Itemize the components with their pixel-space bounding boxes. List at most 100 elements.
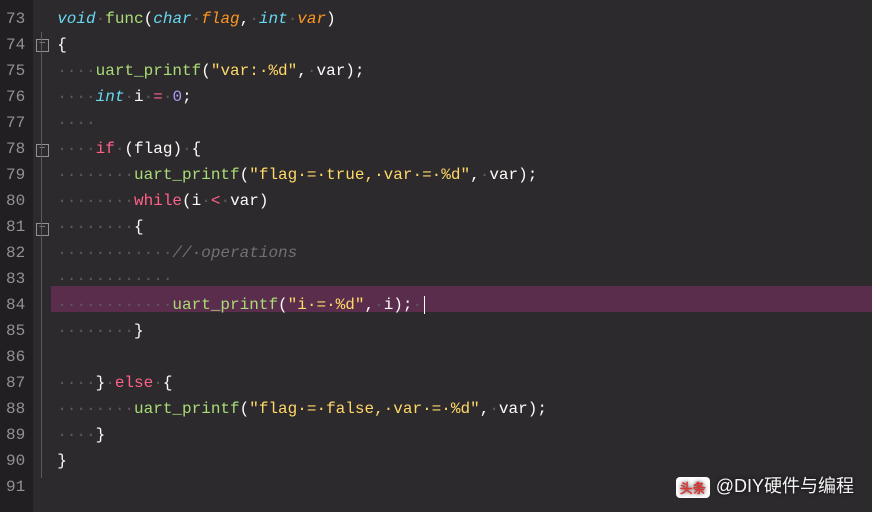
token-str: "var:·%d": [211, 62, 297, 80]
token-punct: (: [240, 400, 250, 418]
token-punct: ): [528, 400, 538, 418]
token-punct: ): [518, 166, 528, 184]
token-ws: ·: [413, 296, 423, 314]
watermark-text: @DIY硬件与编程: [716, 476, 854, 496]
token-kw-red: while: [134, 192, 182, 210]
token-ws: ····: [57, 374, 95, 392]
token-punct: ,: [364, 296, 374, 314]
token-op: =: [153, 88, 163, 106]
token-fn: uart_printf: [134, 166, 240, 184]
token-ws: ·: [374, 296, 384, 314]
token-ws: ····: [57, 62, 95, 80]
line-number: 89: [6, 422, 25, 448]
token-ws: ·: [192, 10, 202, 28]
line-number: 86: [6, 344, 25, 370]
code-line[interactable]: ········{: [57, 214, 872, 240]
fold-spacer: [33, 59, 51, 85]
token-fn: uart_printf: [172, 296, 278, 314]
fold-toggle-icon[interactable]: −: [36, 144, 49, 157]
fold-spacer: [33, 347, 51, 373]
token-punct: ,: [470, 166, 480, 184]
token-ws: ·: [115, 140, 125, 158]
token-punct: }: [57, 452, 67, 470]
fold-spacer: [33, 164, 51, 190]
line-number-gutter: 73747576777879808182838485868788899091: [0, 0, 33, 512]
token-ws: ·: [249, 10, 259, 28]
token-ident: i: [134, 88, 144, 106]
token-punct: (: [240, 166, 250, 184]
token-ws: ····: [57, 140, 95, 158]
token-ws: ····: [57, 114, 95, 132]
line-number: 77: [6, 110, 25, 136]
fold-toggle-icon[interactable]: −: [36, 223, 49, 236]
line-number: 74: [6, 32, 25, 58]
token-ws: ·: [182, 140, 192, 158]
token-ws: ·: [105, 374, 115, 392]
line-number: 90: [6, 448, 25, 474]
token-ws: ·: [153, 374, 163, 392]
fold-spacer: [33, 6, 51, 32]
line-number: 85: [6, 318, 25, 344]
code-area[interactable]: void·func(char·flag,·int·var){····uart_p…: [51, 0, 872, 512]
code-line[interactable]: }: [57, 448, 872, 474]
token-punct: (: [182, 192, 192, 210]
line-number: 75: [6, 58, 25, 84]
token-ident: var: [499, 400, 528, 418]
token-ws: ····: [57, 426, 95, 444]
fold-spacer: [33, 85, 51, 111]
fold-spacer: [33, 269, 51, 295]
token-ws: ·: [220, 192, 230, 210]
code-line[interactable]: ············//·operations: [57, 240, 872, 266]
token-ws: ············: [57, 296, 172, 314]
token-punct: {: [192, 140, 202, 158]
line-number: 81: [6, 214, 25, 240]
token-ident: i: [384, 296, 394, 314]
code-line[interactable]: void·func(char·flag,·int·var): [57, 6, 872, 32]
token-str: "i·=·%d": [288, 296, 365, 314]
token-punct: ;: [528, 166, 538, 184]
line-number: 78: [6, 136, 25, 162]
code-line[interactable]: ········while(i·<·var): [57, 188, 872, 214]
code-line[interactable]: ····int·i·=·0;: [57, 84, 872, 110]
token-ws: ········: [57, 400, 134, 418]
code-line[interactable]: ····}·else·{: [57, 370, 872, 396]
code-editor: 73747576777879808182838485868788899091 −…: [0, 0, 872, 512]
token-punct: {: [57, 36, 67, 54]
token-punct: (: [144, 10, 154, 28]
line-number: 84: [6, 292, 25, 318]
token-ident: var: [316, 62, 345, 80]
fold-toggle-icon[interactable]: −: [36, 39, 49, 52]
code-line[interactable]: ········uart_printf("flag·=·true,·var·=·…: [57, 162, 872, 188]
code-line[interactable]: [57, 344, 872, 370]
token-punct: ;: [403, 296, 413, 314]
code-line[interactable]: ····}: [57, 422, 872, 448]
line-number: 91: [6, 474, 25, 500]
code-line[interactable]: ····uart_printf("var:·%d",·var);: [57, 58, 872, 84]
fold-guide-line: [41, 32, 42, 478]
line-number: 73: [6, 6, 25, 32]
code-line[interactable]: ····: [57, 110, 872, 136]
fold-spacer: [33, 111, 51, 137]
token-ws: ········: [57, 218, 134, 236]
code-line[interactable]: ····if·(flag)·{: [57, 136, 872, 162]
token-ident: var: [489, 166, 518, 184]
line-number: 76: [6, 84, 25, 110]
token-ident: var: [230, 192, 259, 210]
code-line[interactable]: {: [57, 32, 872, 58]
token-kw-red: else: [115, 374, 153, 392]
token-punct: ): [259, 192, 269, 210]
token-ws: ·: [124, 88, 134, 106]
token-punct: ;: [355, 62, 365, 80]
code-line[interactable]: ········}: [57, 318, 872, 344]
fold-spacer: [33, 451, 51, 477]
watermark-badge: 头条: [676, 477, 710, 498]
token-ws: ·: [96, 10, 106, 28]
fold-spacer: [33, 399, 51, 425]
token-param: var: [297, 10, 326, 28]
token-fn: uart_printf: [134, 400, 240, 418]
token-fn: uart_printf: [96, 62, 202, 80]
token-punct: {: [134, 218, 144, 236]
code-line[interactable]: ········uart_printf("flag·=·false,·var·=…: [57, 396, 872, 422]
token-punct: ): [172, 140, 182, 158]
line-number: 80: [6, 188, 25, 214]
